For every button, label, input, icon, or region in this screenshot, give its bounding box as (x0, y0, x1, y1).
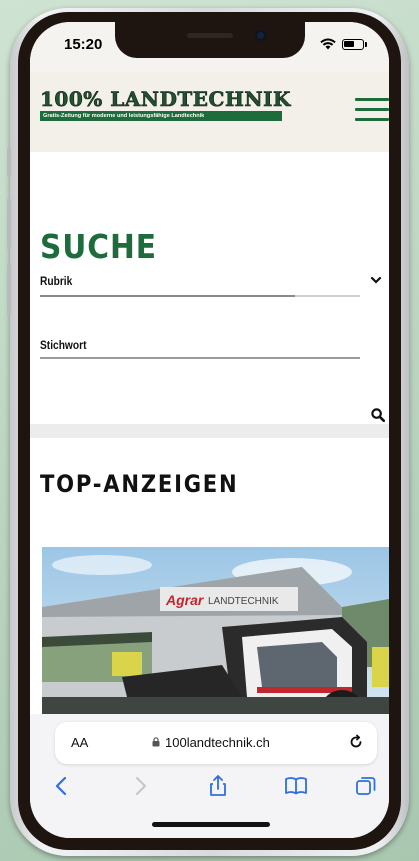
menu-bar (355, 118, 389, 121)
rubrik-underline-progress (40, 295, 295, 297)
section-divider (30, 424, 389, 438)
front-camera (255, 30, 266, 41)
battery-icon (342, 38, 364, 50)
logo-tagline: Gratis-Zeitung für moderne und leistungs… (40, 111, 282, 121)
menu-bar (355, 98, 389, 101)
lock-icon (152, 737, 160, 747)
tabs-icon[interactable] (354, 774, 378, 798)
earpiece-speaker (187, 33, 233, 38)
site-header: 100% LANDTECHNIK Gratis-Zeitung für mode… (30, 72, 389, 152)
volume-down-button (7, 263, 11, 315)
url-text[interactable]: 100landtechnik.ch (165, 735, 270, 750)
aa-button[interactable]: AA (71, 735, 88, 750)
ad-sign-subtext: LANDTECHNIK (208, 596, 279, 607)
home-indicator (152, 822, 270, 827)
site-logo[interactable]: 100% LANDTECHNIK Gratis-Zeitung für mode… (40, 87, 291, 121)
top-ads-heading: TOP-ANZEIGEN (40, 470, 239, 498)
back-icon[interactable] (50, 774, 74, 798)
bookmarks-icon[interactable] (284, 774, 308, 798)
wifi-icon (320, 38, 336, 50)
search-icon[interactable] (371, 408, 385, 422)
address-bar[interactable]: AA 100landtechnik.ch (55, 722, 377, 764)
ad-sign-text: Agrar (165, 592, 205, 608)
browser-nav-row (30, 774, 389, 804)
mute-switch (7, 148, 11, 176)
rubrik-select[interactable] (40, 270, 382, 298)
logo-title: 100% LANDTECHNIK (40, 87, 291, 111)
battery-tip (365, 41, 367, 47)
top-ad-image[interactable]: Agrar LANDTECHNIK (42, 547, 389, 722)
search-heading: SUCHE (40, 227, 157, 266)
ad-photo: Agrar LANDTECHNIK (42, 547, 389, 722)
browser-toolbar: AA 100landtechnik.ch (30, 714, 389, 838)
stichwort-underline (40, 357, 360, 359)
share-icon[interactable] (206, 774, 230, 798)
phone-screen: 15:20 100% LANDTECHNIK Gratis-Zeitung fü… (30, 22, 389, 838)
menu-bar (355, 108, 389, 111)
volume-up-button (7, 198, 11, 250)
forward-icon[interactable] (128, 774, 152, 798)
notch (115, 22, 305, 58)
status-time: 15:20 (64, 36, 103, 53)
menu-icon[interactable] (355, 98, 389, 126)
status-icons (320, 38, 367, 50)
reload-icon[interactable] (348, 734, 364, 750)
